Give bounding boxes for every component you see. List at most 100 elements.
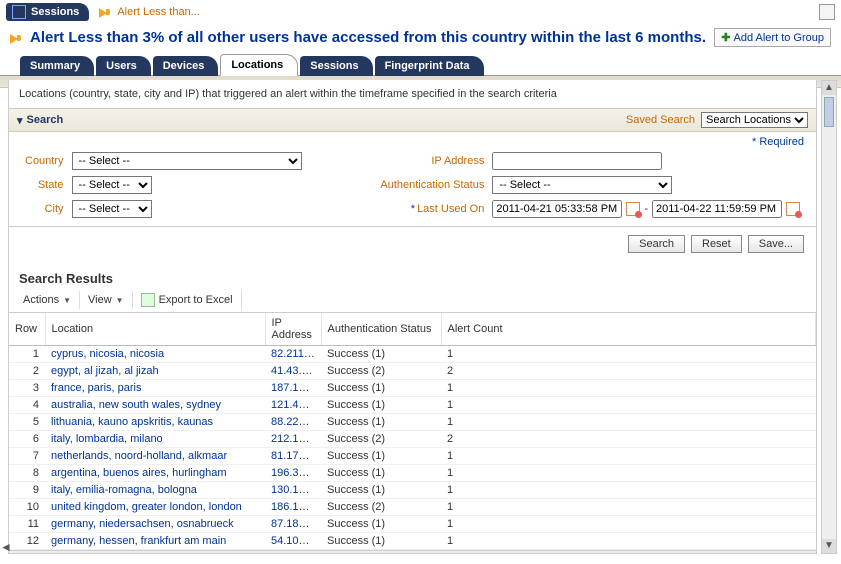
- ip-link[interactable]: 187.194.4: [271, 382, 320, 394]
- scroll-thumb[interactable]: [824, 97, 834, 127]
- table-row: 4 australia, new south wales, sydney 121.4…: [9, 397, 816, 414]
- row-number: 1: [9, 346, 45, 363]
- auth-status-cell: Success (1): [321, 397, 441, 414]
- calendar-to-icon[interactable]: [786, 202, 800, 216]
- location-link[interactable]: cyprus, nicosia, nicosia: [51, 348, 164, 360]
- results-title: Search Results: [9, 263, 816, 288]
- collapse-handle-icon[interactable]: ◄: [0, 540, 12, 554]
- row-number: 4: [9, 397, 45, 414]
- sessions-icon: [12, 5, 26, 19]
- city-label: City: [25, 203, 64, 215]
- col-location[interactable]: Location: [45, 313, 265, 346]
- dropdown-icon: ▼: [63, 296, 71, 305]
- window-action-icon[interactable]: [819, 4, 835, 20]
- top-tab-sessions[interactable]: Sessions: [6, 3, 89, 21]
- ip-link[interactable]: 121.44.16: [271, 399, 320, 411]
- col-alert[interactable]: Alert Count: [441, 313, 816, 346]
- location-link[interactable]: italy, lombardia, milano: [51, 433, 163, 445]
- alert-count-cell: 1: [441, 414, 816, 431]
- alert-count-cell: 1: [441, 380, 816, 397]
- ip-link[interactable]: 81.171.10: [271, 450, 320, 462]
- row-number: 11: [9, 516, 45, 533]
- dropdown-icon: ▼: [116, 296, 124, 305]
- location-link[interactable]: lithuania, kauno apskritis, kaunas: [51, 416, 213, 428]
- alert-count-cell: 1: [441, 448, 816, 465]
- tab-summary[interactable]: Summary: [20, 56, 94, 76]
- content-scroll[interactable]: Locations (country, state, city and IP) …: [8, 80, 817, 554]
- auth-label: Authentication Status: [380, 179, 484, 191]
- auth-status-select[interactable]: -- Select --: [492, 176, 672, 194]
- country-select[interactable]: -- Select --: [72, 152, 302, 170]
- vertical-scrollbar[interactable]: ▲ ▼: [821, 80, 837, 554]
- state-select[interactable]: -- Select --: [72, 176, 152, 194]
- ip-link[interactable]: 41.43.37.: [271, 365, 317, 377]
- ip-label: IP Address: [380, 155, 484, 167]
- collapse-icon: ▾: [17, 114, 23, 127]
- ip-input[interactable]: [492, 152, 662, 170]
- row-number: 3: [9, 380, 45, 397]
- location-link[interactable]: italy, emilia-romagna, bologna: [51, 484, 197, 496]
- excel-icon: [141, 293, 155, 307]
- auth-status-cell: Success (1): [321, 516, 441, 533]
- tab-locations[interactable]: Locations: [220, 54, 298, 76]
- export-button[interactable]: Export to Excel: [133, 290, 242, 310]
- row-number: 5: [9, 414, 45, 431]
- scroll-right-icon[interactable]: ►: [800, 553, 814, 555]
- scroll-down-icon[interactable]: ▼: [822, 539, 836, 553]
- auth-status-cell: Success (1): [321, 380, 441, 397]
- city-select[interactable]: -- Select --: [72, 200, 152, 218]
- saved-search-select[interactable]: Search Locations: [701, 112, 808, 128]
- add-alert-to-group-link[interactable]: ✚ Add Alert to Group: [714, 28, 831, 47]
- location-link[interactable]: germany, niedersachsen, osnabrueck: [51, 518, 234, 530]
- auth-status-cell: Success (2): [321, 431, 441, 448]
- top-tab-alert[interactable]: Alert Less than...: [99, 6, 200, 18]
- scroll-up-icon[interactable]: ▲: [822, 81, 836, 95]
- reset-button[interactable]: Reset: [691, 235, 742, 253]
- last-used-label: *Last Used On: [380, 203, 484, 215]
- col-auth[interactable]: Authentication Status: [321, 313, 441, 346]
- calendar-from-icon[interactable]: [626, 202, 640, 216]
- alert-count-cell: 2: [441, 363, 816, 380]
- row-number: 12: [9, 533, 45, 550]
- location-link[interactable]: egypt, al jizah, al jizah: [51, 365, 159, 377]
- auth-status-cell: Success (1): [321, 465, 441, 482]
- search-section-header[interactable]: ▾ Search Saved Search Search Locations: [9, 108, 816, 132]
- tab-sessions[interactable]: Sessions: [300, 56, 372, 76]
- ip-link[interactable]: 212.177.8: [271, 433, 320, 445]
- date-from-input[interactable]: [492, 200, 622, 218]
- auth-status-cell: Success (1): [321, 346, 441, 363]
- auth-status-cell: Success (1): [321, 482, 441, 499]
- save-button[interactable]: Save...: [748, 235, 804, 253]
- location-link[interactable]: united kingdom, greater london, london: [51, 501, 242, 513]
- ip-link[interactable]: 82.211.12: [271, 348, 319, 360]
- location-link[interactable]: germany, hessen, frankfurt am main: [51, 535, 226, 547]
- location-link[interactable]: netherlands, noord-holland, alkmaar: [51, 450, 227, 462]
- date-to-input[interactable]: [652, 200, 782, 218]
- actions-menu[interactable]: Actions ▼: [15, 291, 80, 309]
- alert-count-cell: 1: [441, 482, 816, 499]
- view-menu[interactable]: View ▼: [80, 291, 133, 309]
- alert-count-cell: 1: [441, 499, 816, 516]
- tab-fingerprint-data[interactable]: Fingerprint Data: [375, 56, 484, 76]
- auth-status-cell: Success (1): [321, 533, 441, 550]
- ip-link[interactable]: 54.108.2.: [271, 535, 317, 547]
- ip-link[interactable]: 88.223.96: [271, 416, 320, 428]
- row-number: 7: [9, 448, 45, 465]
- tab-devices[interactable]: Devices: [153, 56, 219, 76]
- col-row[interactable]: Row: [9, 313, 45, 346]
- location-link[interactable]: argentina, buenos aires, hurlingham: [51, 467, 227, 479]
- col-ip[interactable]: IP Address: [265, 313, 321, 346]
- location-link[interactable]: australia, new south wales, sydney: [51, 399, 221, 411]
- horizontal-scrollbar[interactable]: ◄ ►: [9, 550, 816, 554]
- saved-search-label: Saved Search: [626, 114, 695, 126]
- location-link[interactable]: france, paris, paris: [51, 382, 141, 394]
- alert-count-cell: 1: [441, 346, 816, 363]
- table-row: 6italy, lombardia, milano212.177.8Succes…: [9, 431, 816, 448]
- ip-link[interactable]: 130.136.1: [271, 484, 320, 496]
- scroll-left-icon[interactable]: ◄: [11, 553, 25, 555]
- ip-link[interactable]: 186.154.1: [271, 501, 320, 513]
- search-button[interactable]: Search: [628, 235, 685, 253]
- ip-link[interactable]: 196.32.65: [271, 467, 320, 479]
- ip-link[interactable]: 87.183.66: [271, 518, 320, 530]
- tab-users[interactable]: Users: [96, 56, 151, 76]
